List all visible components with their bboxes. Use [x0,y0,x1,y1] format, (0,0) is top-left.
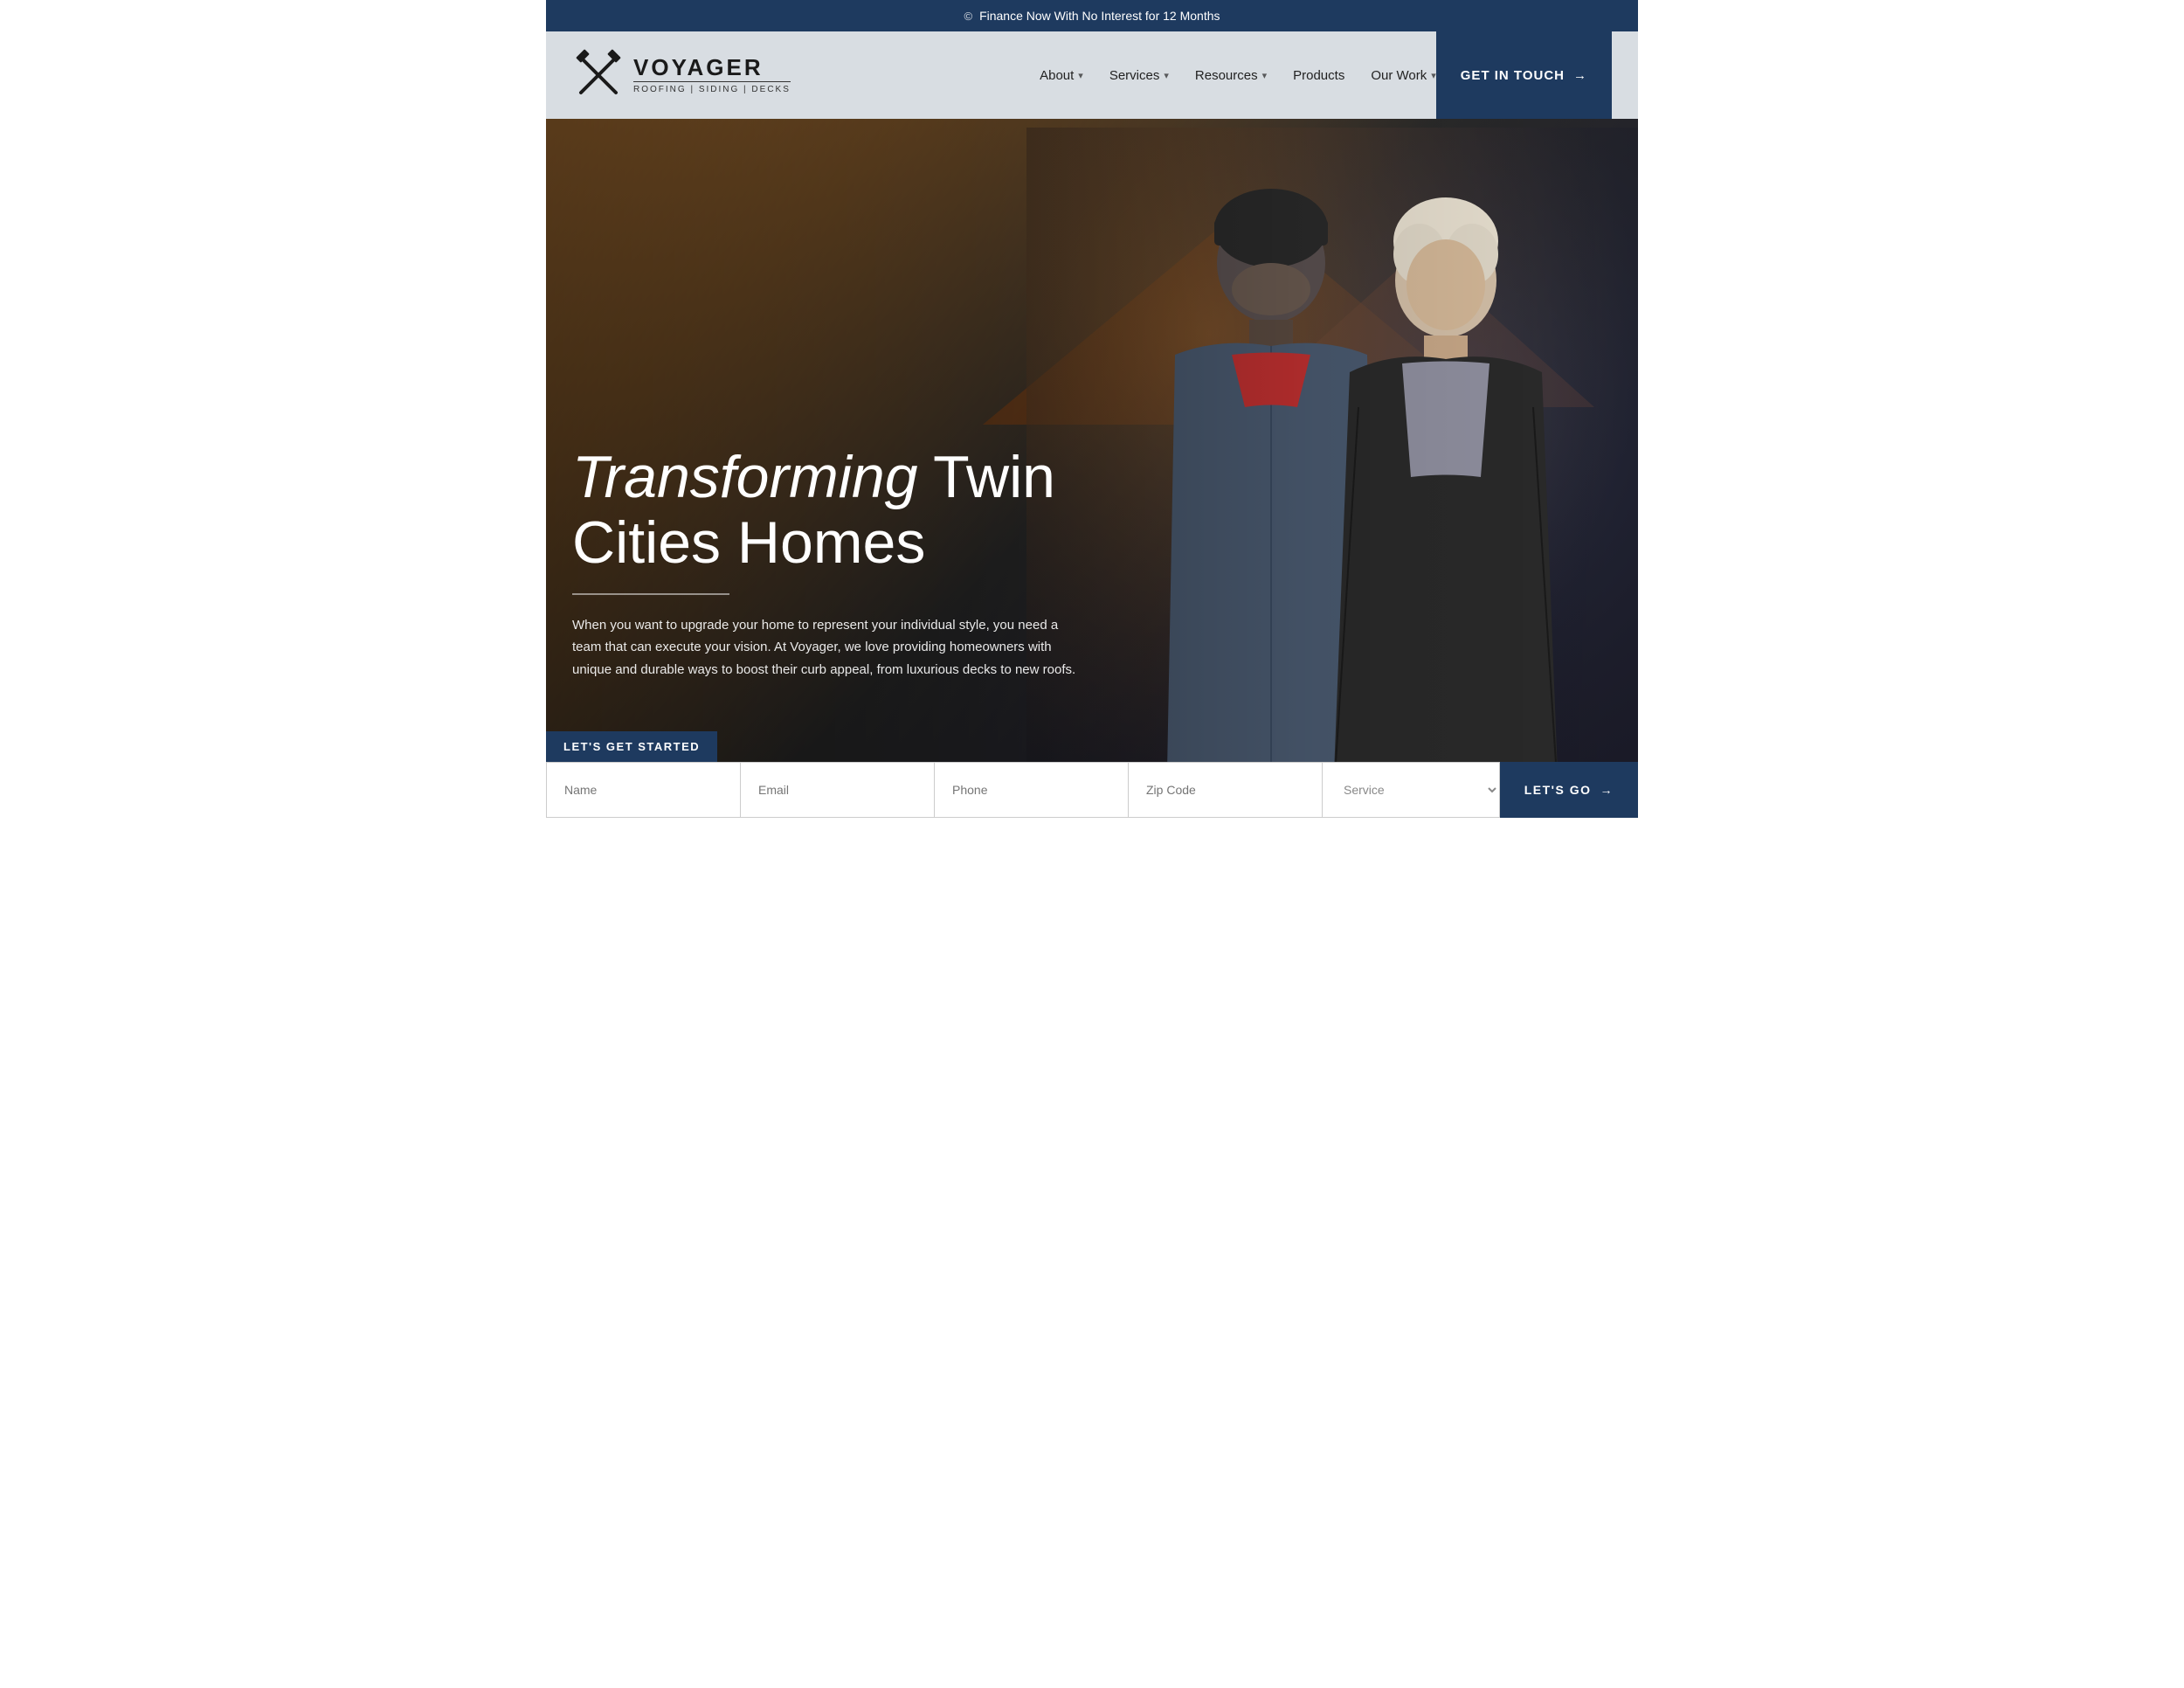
brand-name: VOYAGER [633,56,791,79]
nav-link-resources[interactable]: Resources ▾ [1195,68,1267,83]
form-fields: Service Roofing Siding Decks LET'S GO → [546,762,1638,818]
nav-item-about[interactable]: About ▾ [1040,68,1083,83]
hero-section: Transforming Twin Cities Homes When you … [546,119,1638,818]
nav-item-our-work[interactable]: Our Work ▾ [1371,68,1435,83]
nav-link-products[interactable]: Products [1293,68,1344,83]
get-in-touch-button[interactable]: GET IN TOUCH → [1436,31,1612,119]
hero-content: Transforming Twin Cities Homes When you … [546,445,1158,731]
nav-links: About ▾ Services ▾ Resources ▾ Products … [1040,68,1436,83]
brand-sub: ROOFING | SIDING | DECKS [633,81,791,94]
name-input[interactable] [546,762,740,818]
nav-item-resources[interactable]: Resources ▾ [1195,68,1267,83]
chevron-down-icon: ▾ [1078,70,1083,81]
submit-arrow-icon: → [1600,783,1614,797]
hero-divider [572,593,729,595]
submit-label: LET'S GO [1524,783,1592,797]
logo-text: VOYAGER ROOFING | SIDING | DECKS [633,56,791,94]
arrow-icon: → [1573,68,1587,83]
nav-item-products[interactable]: Products [1293,68,1344,83]
logo-link[interactable]: VOYAGER ROOFING | SIDING | DECKS [572,49,791,101]
nav-link-our-work[interactable]: Our Work ▾ [1371,68,1435,83]
logo-icon [572,49,625,101]
zip-input[interactable] [1128,762,1322,818]
nav-link-about[interactable]: About ▾ [1040,68,1083,83]
banner-text: Finance Now With No Interest for 12 Mont… [979,9,1220,23]
main-nav: VOYAGER ROOFING | SIDING | DECKS About ▾… [546,31,1638,119]
top-banner: © Finance Now With No Interest for 12 Mo… [546,0,1638,31]
submit-button[interactable]: LET'S GO → [1500,762,1638,818]
email-input[interactable] [740,762,934,818]
service-select[interactable]: Service Roofing Siding Decks [1322,762,1500,818]
chevron-down-icon: ▾ [1262,70,1268,81]
nav-link-services[interactable]: Services ▾ [1109,68,1169,83]
form-label: LET'S GET STARTED [546,731,717,762]
hero-description: When you want to upgrade your home to re… [572,614,1079,681]
hero-title: Transforming Twin Cities Homes [572,445,1131,576]
nav-item-services[interactable]: Services ▾ [1109,68,1169,83]
chevron-down-icon: ▾ [1164,70,1169,81]
contact-form-bar: LET'S GET STARTED Service Roofing Siding… [546,731,1638,818]
phone-input[interactable] [934,762,1128,818]
chevron-down-icon: ▾ [1431,70,1436,81]
copyright-icon: © [964,10,972,23]
